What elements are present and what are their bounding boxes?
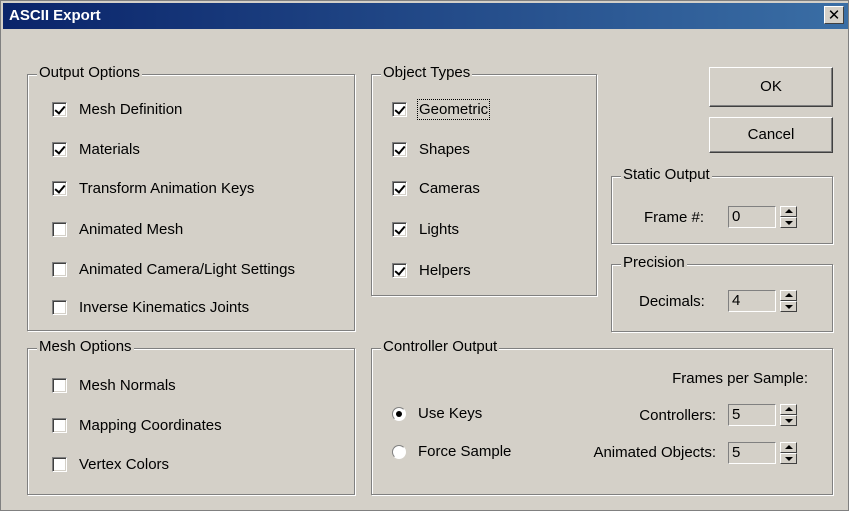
frame-spinner[interactable]: 0 xyxy=(728,206,797,228)
checkbox-icon[interactable] xyxy=(392,263,407,278)
checkbox-icon[interactable] xyxy=(392,142,407,157)
spinner-up-icon[interactable] xyxy=(780,442,797,453)
decimals-label: Decimals: xyxy=(639,293,705,310)
checkbox-label: Vertex Colors xyxy=(79,456,170,473)
checkbox-icon[interactable] xyxy=(52,222,67,237)
checkbox-label: Animated Camera/Light Settings xyxy=(79,261,295,278)
controllers-spinner[interactable]: 5 xyxy=(728,404,797,426)
spinner-up-icon[interactable] xyxy=(780,290,797,301)
mesh-options-legend: Mesh Options xyxy=(37,338,134,355)
decimals-spinner[interactable]: 4 xyxy=(728,290,797,312)
checkbox-icon[interactable] xyxy=(52,300,67,315)
output-options-legend: Output Options xyxy=(37,64,142,81)
checkbox-cameras[interactable]: Cameras xyxy=(392,180,480,197)
precision-legend: Precision xyxy=(621,254,687,271)
checkbox-mesh-normals[interactable]: Mesh Normals xyxy=(52,377,176,394)
output-options-group: Output Options Mesh Definition Materials… xyxy=(27,64,355,331)
spinner-down-icon[interactable] xyxy=(780,453,797,464)
checkbox-label: Lights xyxy=(419,221,460,238)
spinner-up-icon[interactable] xyxy=(780,404,797,415)
checkbox-animated-camera-light-settings[interactable]: Animated Camera/Light Settings xyxy=(52,261,295,278)
checkbox-icon[interactable] xyxy=(52,262,67,277)
radio-force-sample[interactable]: Force Sample xyxy=(392,443,511,460)
spinner-down-icon[interactable] xyxy=(780,301,797,312)
title-bar[interactable]: ASCII Export ✕ xyxy=(3,3,848,29)
controllers-spinner-arrows[interactable] xyxy=(780,404,797,426)
checkbox-icon[interactable] xyxy=(52,102,67,117)
checkbox-label: Shapes xyxy=(419,141,470,158)
radio-icon[interactable] xyxy=(392,444,406,459)
checkbox-icon[interactable] xyxy=(52,457,67,472)
checkbox-icon[interactable] xyxy=(392,102,407,117)
frame-label: Frame #: xyxy=(644,209,705,226)
checkbox-label: Animated Mesh xyxy=(79,221,184,238)
radio-label: Use Keys xyxy=(418,405,483,422)
static-output-legend: Static Output xyxy=(621,166,712,183)
checkbox-helpers[interactable]: Helpers xyxy=(392,262,471,279)
frame-input[interactable]: 0 xyxy=(728,206,776,228)
frames-per-sample-label: Frames per Sample: xyxy=(672,370,808,387)
decimals-spinner-arrows[interactable] xyxy=(780,290,797,312)
checkbox-label: Materials xyxy=(79,141,140,158)
animated-objects-spinner-arrows[interactable] xyxy=(780,442,797,464)
ok-button[interactable]: OK xyxy=(709,67,833,107)
checkbox-icon[interactable] xyxy=(52,378,67,393)
checkbox-label: Geometric xyxy=(416,99,491,120)
animated-objects-spinner[interactable]: 5 xyxy=(728,442,797,464)
controllers-input[interactable]: 5 xyxy=(728,404,776,426)
checkbox-label: Inverse Kinematics Joints xyxy=(79,299,250,316)
controller-output-legend: Controller Output xyxy=(381,338,500,355)
checkbox-mesh-definition[interactable]: Mesh Definition xyxy=(52,101,182,118)
checkbox-icon[interactable] xyxy=(392,222,407,237)
checkbox-icon[interactable] xyxy=(52,181,67,196)
decimals-input[interactable]: 4 xyxy=(728,290,776,312)
animated-objects-label: Animated Objects: xyxy=(593,444,716,461)
checkbox-label: Mesh Definition xyxy=(79,101,183,118)
checkbox-materials[interactable]: Materials xyxy=(52,141,140,158)
spinner-up-icon[interactable] xyxy=(780,206,797,217)
radio-use-keys[interactable]: Use Keys xyxy=(392,405,482,422)
controllers-label: Controllers: xyxy=(639,407,716,424)
animated-objects-input[interactable]: 5 xyxy=(728,442,776,464)
cancel-button[interactable]: Cancel xyxy=(709,117,833,153)
checkbox-label: Mesh Normals xyxy=(79,377,176,394)
checkbox-label: Cameras xyxy=(419,180,480,197)
ascii-export-dialog: ASCII Export ✕ Output Options Mesh Defin… xyxy=(0,0,849,511)
checkbox-transform-animation-keys[interactable]: Transform Animation Keys xyxy=(52,180,254,197)
checkbox-label: Mapping Coordinates xyxy=(79,417,222,434)
checkbox-icon[interactable] xyxy=(52,142,67,157)
checkbox-vertex-colors[interactable]: Vertex Colors xyxy=(52,456,169,473)
checkbox-animated-mesh[interactable]: Animated Mesh xyxy=(52,221,183,238)
close-icon[interactable]: ✕ xyxy=(824,6,844,24)
mesh-options-group: Mesh Options Mesh Normals Mapping Coordi… xyxy=(27,338,355,495)
checkbox-icon[interactable] xyxy=(392,181,407,196)
precision-group: Precision Decimals: 4 xyxy=(611,254,833,332)
dialog-title: ASCII Export xyxy=(9,7,101,24)
checkbox-label: Helpers xyxy=(419,262,471,279)
object-types-group: Object Types Geometric Shapes Cameras Li… xyxy=(371,64,597,296)
checkbox-shapes[interactable]: Shapes xyxy=(392,141,470,158)
checkbox-mapping-coordinates[interactable]: Mapping Coordinates xyxy=(52,417,222,434)
controller-output-group: Controller Output Frames per Sample: Use… xyxy=(371,338,833,495)
spinner-down-icon[interactable] xyxy=(780,415,797,426)
radio-icon[interactable] xyxy=(392,406,406,421)
checkbox-label: Transform Animation Keys xyxy=(79,180,255,197)
frame-spinner-arrows[interactable] xyxy=(780,206,797,228)
static-output-group: Static Output Frame #: 0 xyxy=(611,166,833,244)
checkbox-icon[interactable] xyxy=(52,418,67,433)
checkbox-geometric[interactable]: Geometric xyxy=(392,99,491,120)
object-types-legend: Object Types xyxy=(381,64,473,81)
checkbox-lights[interactable]: Lights xyxy=(392,221,459,238)
checkbox-inverse-kinematics-joints[interactable]: Inverse Kinematics Joints xyxy=(52,299,249,316)
radio-label: Force Sample xyxy=(418,443,512,460)
spinner-down-icon[interactable] xyxy=(780,217,797,228)
